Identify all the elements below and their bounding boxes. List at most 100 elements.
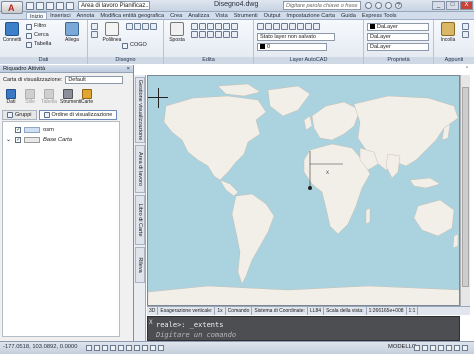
- cut-icon[interactable]: [462, 23, 469, 30]
- tab-strumenti[interactable]: Strumenti: [231, 12, 261, 19]
- explode-icon[interactable]: [223, 31, 230, 38]
- command-input[interactable]: Digitare un comando: [156, 331, 446, 340]
- fillet-icon[interactable]: [215, 31, 222, 38]
- stretch-icon[interactable]: [199, 23, 206, 30]
- copy-clip-icon[interactable]: [462, 31, 469, 38]
- arc-icon[interactable]: [126, 23, 133, 30]
- workspace-icon[interactable]: [430, 345, 436, 351]
- tabella-tool-button[interactable]: Tabella: [41, 89, 57, 105]
- tab-inizio[interactable]: Inizio: [26, 12, 48, 20]
- allega-button[interactable]: Allega: [62, 22, 82, 43]
- line-icon[interactable]: [91, 23, 98, 30]
- stile-tool-button[interactable]: Stile: [22, 89, 38, 105]
- carta-select[interactable]: Default: [65, 76, 124, 84]
- layer-lock-icon[interactable]: [289, 23, 296, 30]
- application-menu-button[interactable]: A: [1, 1, 23, 14]
- vtab-area-di-lavoro[interactable]: Area di lavoro: [135, 145, 145, 193]
- layer-match-icon[interactable]: [297, 23, 304, 30]
- tab-express-tools[interactable]: Express Tools: [359, 12, 400, 19]
- workspace-selector[interactable]: Area di lavoro Pianificaz...: [78, 1, 150, 10]
- connect-button[interactable]: Connetti: [2, 22, 22, 43]
- grid-icon[interactable]: [94, 345, 100, 351]
- close-button[interactable]: X: [460, 1, 473, 10]
- model-space-label[interactable]: MODELLO: [388, 344, 416, 350]
- layer-state-combo[interactable]: Stato layer non salvato: [257, 33, 335, 41]
- polilinea-button[interactable]: Polilinea: [102, 22, 122, 43]
- layer-visibility-checkbox[interactable]: ✓: [15, 137, 21, 143]
- layer-walk-icon[interactable]: [313, 23, 320, 30]
- customize-icon[interactable]: [462, 345, 468, 351]
- undo-icon[interactable]: [56, 2, 64, 10]
- annotation-icon[interactable]: [422, 345, 428, 351]
- tab-impostazione-carta[interactable]: Impostazione Carta: [283, 12, 338, 19]
- layer-previous-icon[interactable]: [305, 23, 312, 30]
- otrack-icon[interactable]: [126, 345, 132, 351]
- ducs-icon[interactable]: [134, 345, 140, 351]
- tab-crea[interactable]: Crea: [167, 12, 185, 19]
- save-icon[interactable]: [46, 2, 54, 10]
- transparency-icon[interactable]: [158, 345, 164, 351]
- vertical-scrollbar[interactable]: [460, 75, 470, 306]
- color-combo[interactable]: DaLayer: [367, 23, 429, 31]
- layer-item-base-carta[interactable]: ⌄ ✓ Base Carta: [6, 136, 72, 144]
- lock-icon[interactable]: [438, 345, 444, 351]
- tab-vista[interactable]: Vista: [212, 12, 230, 19]
- dyn-icon[interactable]: [142, 345, 148, 351]
- ortho-icon[interactable]: [102, 345, 108, 351]
- cerca-button[interactable]: Cerca: [26, 32, 49, 39]
- tabella-button[interactable]: Tabella: [26, 41, 51, 48]
- point-icon[interactable]: [150, 23, 157, 30]
- layer-freeze-icon[interactable]: [281, 23, 288, 30]
- copy-icon[interactable]: [191, 23, 198, 30]
- minimize-button[interactable]: _: [432, 1, 445, 10]
- snap-icon[interactable]: [86, 345, 92, 351]
- trim-icon[interactable]: [191, 31, 198, 38]
- hatch-icon[interactable]: [142, 23, 149, 30]
- layer-combo[interactable]: 0: [257, 43, 327, 51]
- task-pane-close-icon[interactable]: ×: [127, 65, 130, 73]
- command-close-icon[interactable]: X: [149, 319, 153, 326]
- array-icon[interactable]: [231, 23, 238, 30]
- filtro-button[interactable]: Filtro: [26, 23, 46, 30]
- layout-icon[interactable]: [414, 345, 420, 351]
- layer-item-osm[interactable]: ✓ osm: [6, 126, 54, 134]
- tab-ordine-visualizzazione[interactable]: Ordine di visualizzazione: [38, 110, 118, 120]
- erase-icon[interactable]: [231, 31, 238, 38]
- new-icon[interactable]: [26, 2, 34, 10]
- layer-isolate-icon[interactable]: [273, 23, 280, 30]
- tab-guida[interactable]: Guida: [338, 12, 359, 19]
- rectangle-icon[interactable]: [134, 23, 141, 30]
- tab-gruppi[interactable]: Gruppi: [2, 110, 37, 120]
- dati-tool-button[interactable]: Dati: [3, 89, 19, 105]
- vtab-gestione-visualizzazione[interactable]: Gestione visualizzazione: [135, 77, 145, 143]
- view-3d-toggle[interactable]: 3D: [147, 307, 159, 315]
- tab-inserisci[interactable]: Inserisci: [47, 12, 74, 19]
- isolate-icon[interactable]: [446, 345, 452, 351]
- scale-icon[interactable]: [223, 23, 230, 30]
- incolla-button[interactable]: Incolla: [437, 22, 459, 43]
- carte-tool-button[interactable]: Carte: [79, 89, 95, 105]
- maximize-button[interactable]: □: [446, 1, 459, 10]
- osnap-icon[interactable]: [118, 345, 124, 351]
- scrollbar-thumb[interactable]: [462, 87, 469, 287]
- redo-icon[interactable]: [66, 2, 74, 10]
- binoculars-icon[interactable]: [365, 2, 372, 9]
- open-icon[interactable]: [36, 2, 44, 10]
- tab-output[interactable]: Output: [261, 12, 284, 19]
- favorites-icon[interactable]: [385, 2, 392, 9]
- coordinate-system-value[interactable]: LL84: [308, 307, 325, 315]
- sposta-button[interactable]: Sposta: [167, 22, 187, 43]
- tab-analizza[interactable]: Analizza: [185, 12, 212, 19]
- help-search-input[interactable]: Digitare parola chiave o frase: [283, 1, 361, 10]
- help-icon[interactable]: ?: [395, 2, 402, 9]
- circle-icon[interactable]: [91, 31, 98, 38]
- rotate-icon[interactable]: [207, 23, 214, 30]
- lineweight-combo[interactable]: DaLayer: [367, 43, 429, 51]
- viewport-restore-icon[interactable]: ▫: [466, 65, 474, 75]
- vtab-rileva[interactable]: Rileva: [135, 247, 145, 283]
- communication-center-icon[interactable]: [375, 2, 382, 9]
- vertical-exaggeration-value[interactable]: 1x: [215, 307, 226, 315]
- offset-icon[interactable]: [207, 31, 214, 38]
- layer-properties-icon[interactable]: [257, 23, 264, 30]
- expand-collapse-icon[interactable]: ⌄: [6, 136, 12, 144]
